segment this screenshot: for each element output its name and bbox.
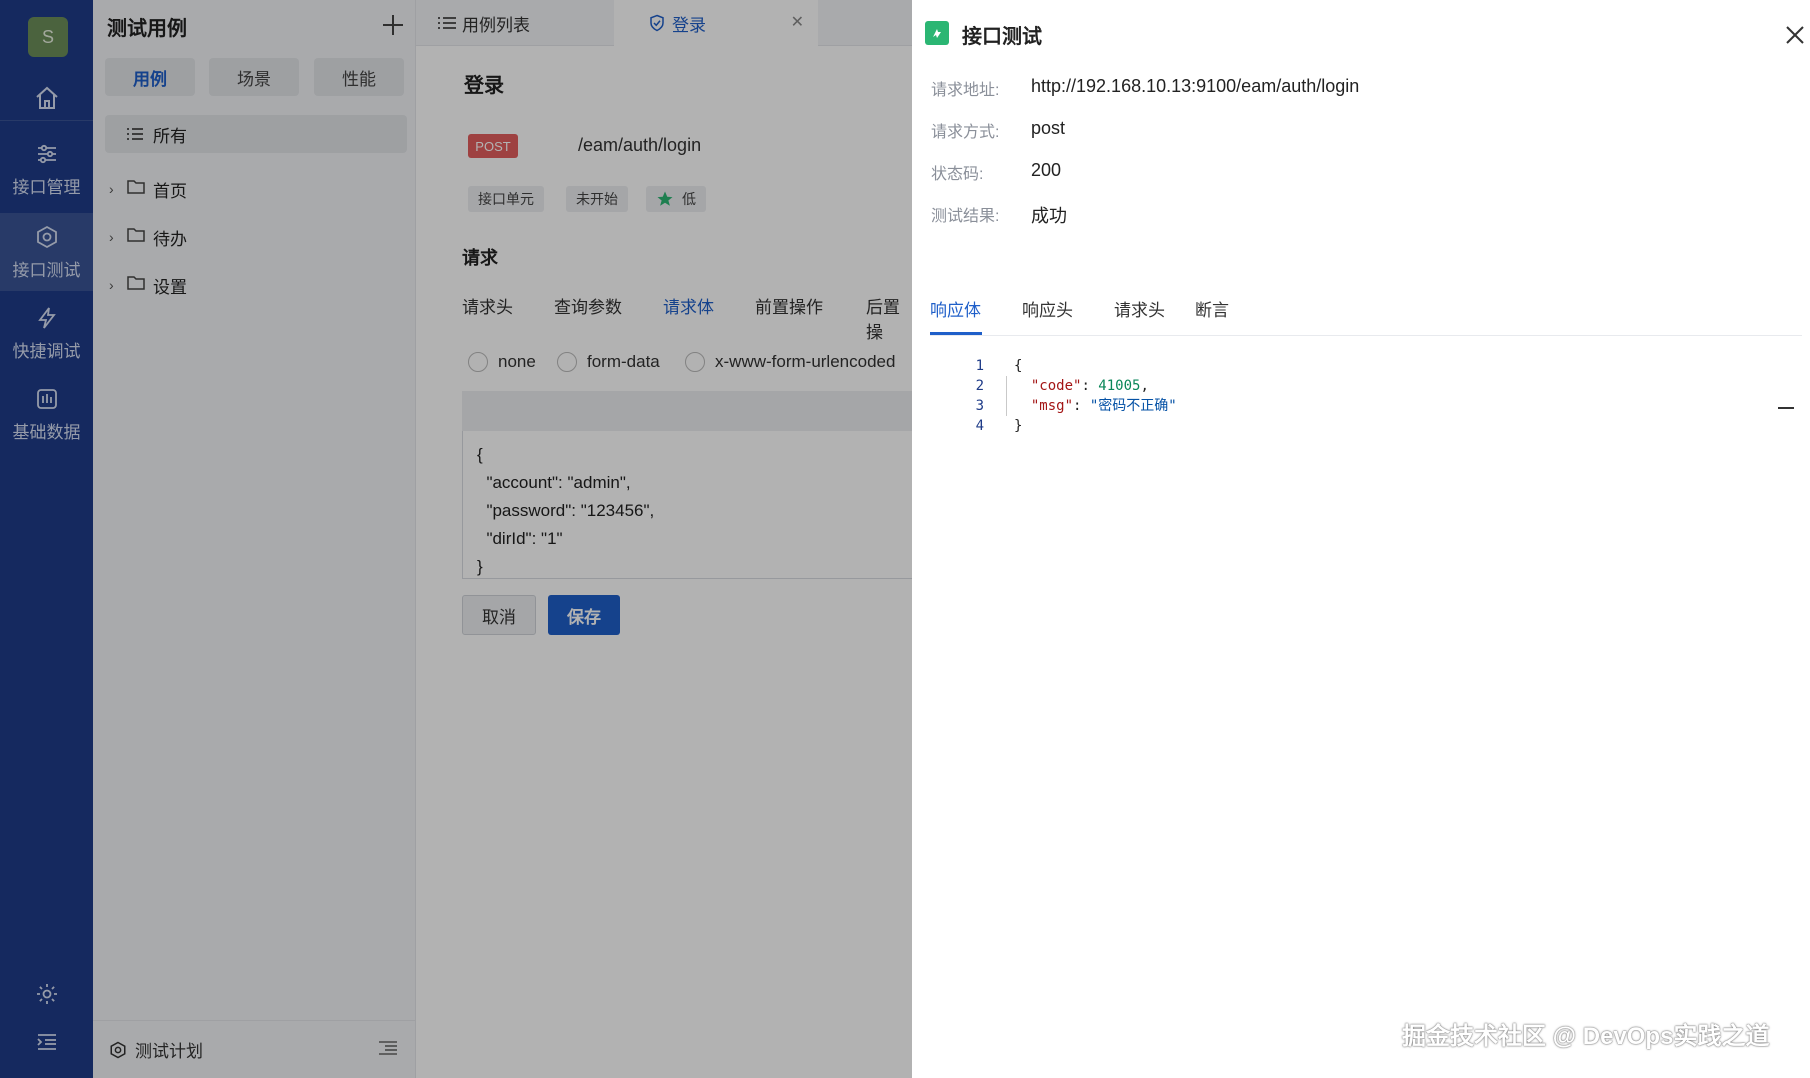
tab-response-headers[interactable]: 响应头 <box>1022 296 1073 321</box>
watermark: 掘金技术社区 @ DevOps实践之道 <box>1402 1023 1770 1050</box>
tab-response-body[interactable]: 响应体 <box>930 296 981 321</box>
response-code-view[interactable]: 1{ 2 "code": 41005, 3 "msg": "密码不正确" 4} <box>952 356 1177 436</box>
json-key: "code" <box>1030 378 1082 394</box>
tab-request-headers[interactable]: 请求头 <box>1114 296 1165 321</box>
json-key: "msg" <box>1030 398 1074 414</box>
info-label-url: 请求地址: <box>931 82 1000 99</box>
line-number: 1 <box>975 358 984 374</box>
close-icon[interactable] <box>1784 24 1806 46</box>
json-value: "密码不正确" <box>1089 398 1177 414</box>
info-label-result: 测试结果: <box>931 208 1000 225</box>
code-token: { <box>1014 358 1023 374</box>
drawer-title: 接口测试 <box>962 26 1042 48</box>
line-number: 2 <box>975 378 984 394</box>
line-number: 4 <box>975 418 984 434</box>
info-label-method: 请求方式: <box>931 124 1000 141</box>
json-value: 41005 <box>1098 378 1141 394</box>
api-test-drawer: 接口测试 请求地址: http://192.168.10.13:9100/eam… <box>912 0 1810 1078</box>
info-value-method: post <box>1031 118 1066 138</box>
run-test-icon <box>925 21 949 45</box>
response-tabs: 响应体 响应头 请求头 断言 <box>930 290 1802 336</box>
active-tab-indicator <box>930 332 982 335</box>
modal-overlay[interactable] <box>0 0 912 1078</box>
code-line: 1{ <box>952 356 1177 376</box>
fold-icon[interactable] <box>1778 407 1794 409</box>
line-number: 3 <box>975 398 984 414</box>
indent-guide <box>1006 376 1007 416</box>
code-line: 2 "code": 41005, <box>952 376 1177 396</box>
info-value-url: http://192.168.10.13:9100/eam/auth/login <box>1031 76 1360 96</box>
info-value-result: 成功 <box>1031 206 1067 226</box>
info-label-status: 状态码: <box>931 166 984 183</box>
code-line: 3 "msg": "密码不正确" <box>952 396 1177 416</box>
code-token: } <box>1014 418 1023 434</box>
tab-assertions[interactable]: 断言 <box>1195 296 1229 321</box>
code-line: 4} <box>952 416 1177 436</box>
info-value-status: 200 <box>1031 160 1062 180</box>
